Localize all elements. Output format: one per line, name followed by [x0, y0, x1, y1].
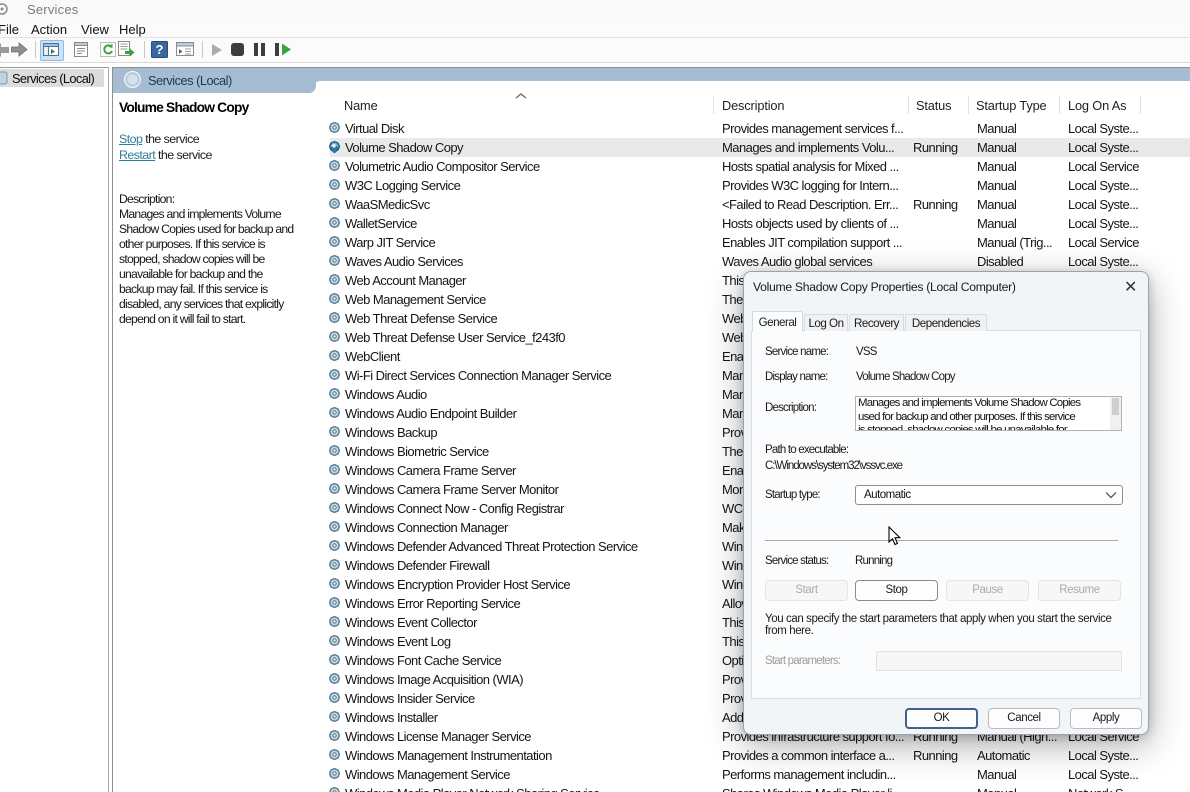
svg-text:?: ? [156, 42, 164, 57]
